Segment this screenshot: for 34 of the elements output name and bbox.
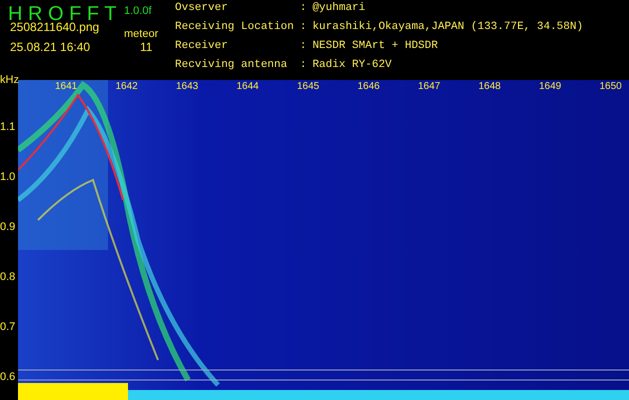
filename-label: 2508211640.png bbox=[10, 20, 100, 34]
count-label: meteor bbox=[124, 28, 158, 41]
info-label: Recviving antenna bbox=[175, 59, 288, 73]
timestamp-label: 25.08.21 16:40 bbox=[10, 40, 90, 54]
unit-label: kHz bbox=[0, 74, 19, 86]
y-axis-label: 0.8 bbox=[0, 271, 16, 283]
x-axis-label: 1650 bbox=[600, 81, 622, 92]
info-value: Radix RY-62V bbox=[312, 59, 393, 73]
info-separator: : bbox=[300, 59, 306, 73]
x-axis-label: 1642 bbox=[116, 81, 138, 92]
y-axis-label: 0.9 bbox=[0, 221, 16, 233]
info-separator: : bbox=[300, 2, 306, 16]
info-value: @yuhmari bbox=[312, 2, 366, 16]
info-value: kurashiki,Okayama,JAPAN (133.77E, 34.58N) bbox=[312, 21, 584, 35]
x-axis-label: 1647 bbox=[418, 81, 440, 92]
x-axis-label: 1646 bbox=[358, 81, 380, 92]
x-axis-label: 1648 bbox=[478, 81, 501, 92]
info-label: Receiver bbox=[175, 40, 229, 54]
version-label: 1.0.0f bbox=[124, 5, 152, 18]
y-axis-label: 0.7 bbox=[0, 321, 16, 333]
count-value: 11 bbox=[140, 40, 152, 54]
info-label: Ovserver bbox=[175, 2, 229, 16]
info-value: NESDR SMArt + HDSDR bbox=[312, 40, 439, 54]
y-axis-label: 0.6 bbox=[0, 371, 16, 383]
info-separator: : bbox=[300, 40, 306, 54]
info-separator: : bbox=[300, 21, 306, 35]
x-axis-label: 1644 bbox=[236, 81, 259, 92]
x-axis-label: 1649 bbox=[539, 81, 562, 92]
info-label: Receiving Location bbox=[175, 21, 294, 35]
x-axis-label: 1643 bbox=[176, 81, 198, 92]
x-axis-label: 1645 bbox=[297, 81, 320, 92]
y-axis-label: 1.1 bbox=[0, 121, 16, 133]
y-axis-label: 1.0 bbox=[0, 171, 16, 183]
x-axis-label: 1641 bbox=[55, 81, 78, 92]
